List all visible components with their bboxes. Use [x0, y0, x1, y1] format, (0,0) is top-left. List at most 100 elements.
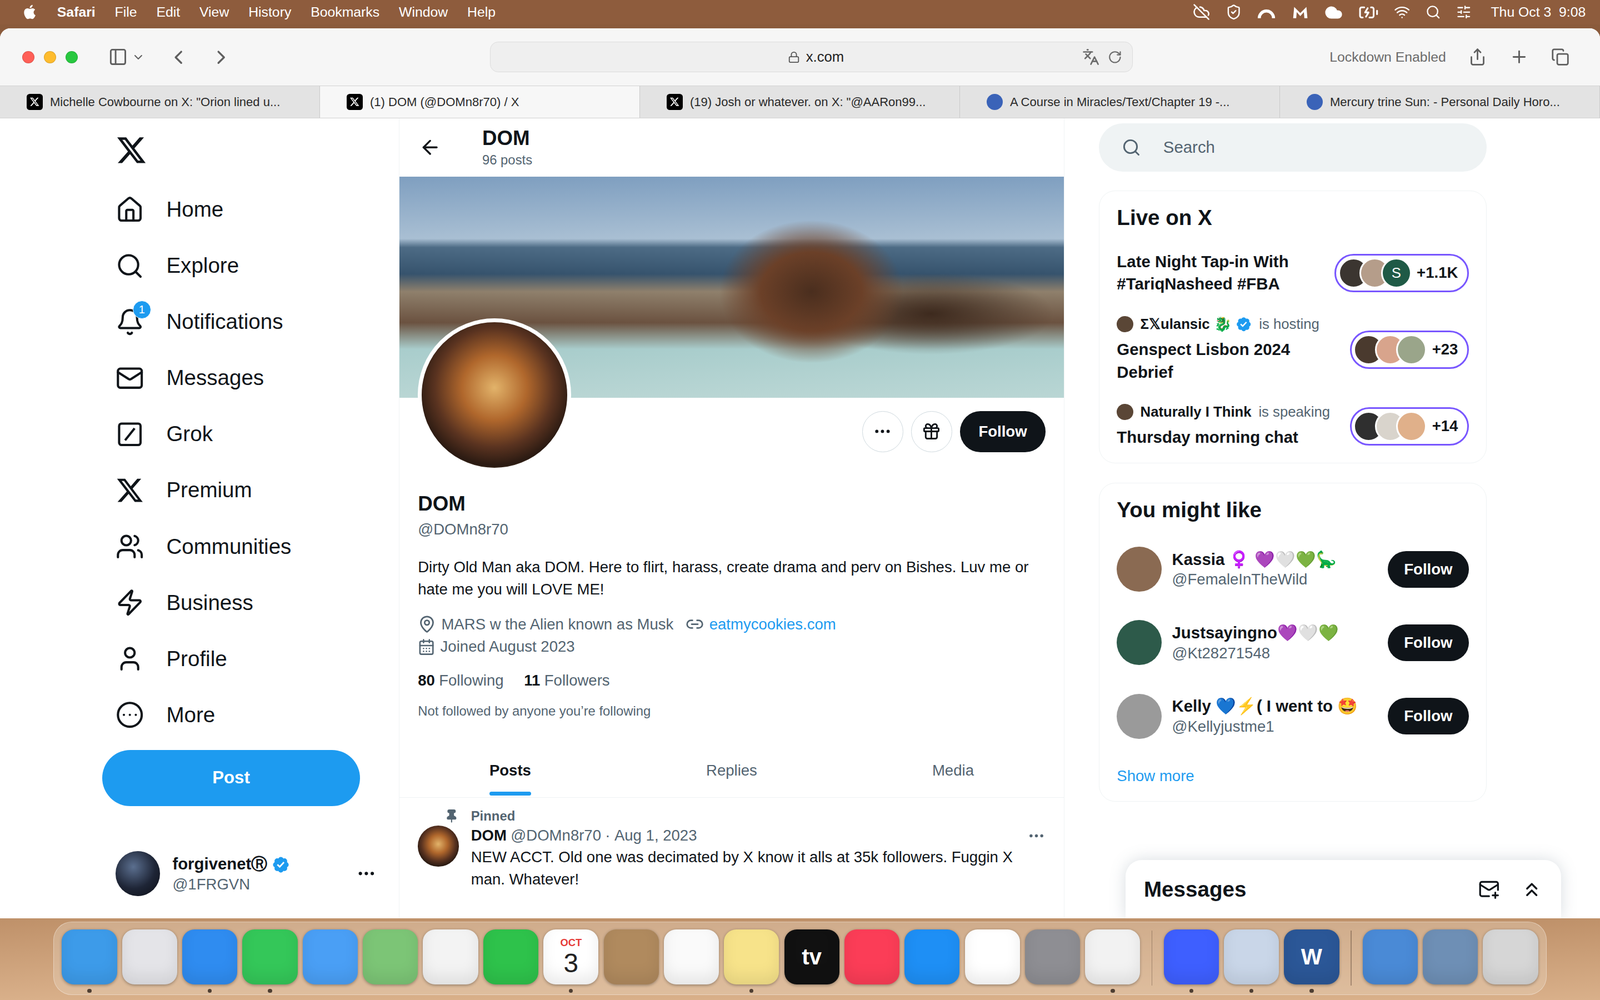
menu-item[interactable]: File: [115, 4, 138, 20]
dock-app-icon[interactable]: [483, 929, 539, 985]
nav-item[interactable]: Premium: [102, 462, 399, 519]
account-switcher[interactable]: forgivenetⓇ@1FRGVN: [102, 851, 399, 897]
new-tab-icon[interactable]: [1509, 47, 1529, 67]
url-text[interactable]: x.com: [806, 48, 845, 65]
profile-tab[interactable]: Posts: [399, 743, 622, 798]
dock-app-icon[interactable]: [1163, 929, 1219, 985]
following-count[interactable]: 80Following: [417, 670, 504, 692]
dock-app-icon[interactable]: [302, 929, 358, 985]
share-icon[interactable]: [1468, 47, 1487, 67]
tab-overview-icon[interactable]: [1551, 47, 1570, 67]
new-message-icon[interactable]: [1478, 878, 1500, 900]
dock-app-icon[interactable]: [603, 929, 659, 985]
follow-button[interactable]: Follow: [960, 411, 1045, 452]
followers-count[interactable]: 11Followers: [523, 670, 610, 692]
nav-item[interactable]: More: [102, 686, 399, 743]
dock-app-icon[interactable]: [1362, 929, 1418, 985]
suggested-user[interactable]: Kassia ♀️ 💜🤍💚🦕@FemaleInTheWildFollow: [1116, 532, 1469, 607]
more-button[interactable]: [862, 411, 903, 452]
dock-app-icon[interactable]: [1482, 929, 1538, 985]
dock-app-icon[interactable]: [242, 929, 298, 985]
nav-item[interactable]: Communities: [102, 518, 399, 575]
zoom-button[interactable]: [65, 51, 78, 64]
malware-shield-icon[interactable]: [1291, 3, 1310, 20]
dock-app-icon[interactable]: [1223, 929, 1279, 985]
post-avatar[interactable]: [417, 825, 459, 867]
dock-app-icon[interactable]: [1085, 929, 1140, 985]
browser-tab[interactable]: (19) Josh or whatever. on X: "@AARon99..…: [640, 86, 960, 118]
dock-app-icon[interactable]: [844, 929, 900, 985]
live-item[interactable]: Late Night Tap-in With #TariqNasheed #FB…: [1116, 240, 1469, 307]
pinned-post[interactable]: PinnedDOM@DOMn8r70·Aug 1, 2023NEW ACCT. …: [399, 797, 1064, 892]
nav-item[interactable]: Business: [102, 574, 399, 631]
dock-app-icon[interactable]: [663, 929, 719, 985]
wifi-icon[interactable]: [1393, 3, 1410, 20]
live-item[interactable]: Naturally I Thinkis speakingThursday mor…: [1116, 393, 1469, 460]
follow-button[interactable]: Follow: [1387, 697, 1469, 735]
menu-item[interactable]: View: [199, 4, 229, 20]
x-logo-icon[interactable]: [115, 134, 148, 167]
sidebar-icon[interactable]: [108, 47, 128, 67]
minimize-button[interactable]: [43, 51, 57, 64]
suggested-user[interactable]: Justsayingno💜🤍💚@Kt28271548Follow: [1116, 606, 1469, 680]
reload-icon[interactable]: [1107, 50, 1123, 65]
profile-link[interactable]: eatmycookies.com: [685, 613, 836, 636]
dock-app-icon[interactable]: [61, 929, 117, 985]
show-more-link[interactable]: Show more: [1116, 752, 1469, 798]
menu-item[interactable]: History: [248, 4, 292, 20]
suggested-user[interactable]: Kelly 💙⚡( I went to 🤩@Kellyjustme1Follow: [1116, 679, 1469, 753]
apple-icon[interactable]: [22, 3, 38, 21]
browser-tab[interactable]: Michelle Cowbourne on X: "Orion lined u.…: [0, 86, 320, 118]
follow-button[interactable]: Follow: [1387, 551, 1469, 588]
dock-app-icon[interactable]: [1422, 929, 1478, 985]
nav-item[interactable]: 1Notifications: [102, 293, 399, 350]
post-button[interactable]: Post: [102, 750, 361, 807]
dock-app-icon[interactable]: [182, 929, 238, 985]
dock-app-icon[interactable]: [965, 929, 1020, 985]
cloud-off-icon[interactable]: [1192, 3, 1210, 21]
app-menu[interactable]: Safari: [57, 4, 96, 20]
dock-app-icon[interactable]: [904, 929, 960, 985]
post-more-icon[interactable]: [1027, 826, 1046, 845]
listener-pill[interactable]: +14: [1350, 407, 1469, 445]
profile-avatar[interactable]: [417, 318, 572, 472]
menu-item[interactable]: Bookmarks: [310, 4, 380, 20]
browser-tab[interactable]: Mercury trine Sun: - Personal Daily Horo…: [1280, 86, 1600, 118]
listener-pill[interactable]: S+1.1K: [1334, 253, 1469, 292]
forward-icon[interactable]: [210, 46, 233, 69]
nav-item[interactable]: Messages: [102, 350, 399, 407]
follow-button[interactable]: Follow: [1387, 624, 1469, 662]
translate-icon[interactable]: [1082, 48, 1100, 66]
nav-item[interactable]: Grok: [102, 406, 399, 463]
nav-item[interactable]: Home: [102, 181, 399, 238]
profile-tab[interactable]: Replies: [621, 743, 843, 798]
menu-item[interactable]: Help: [467, 4, 496, 20]
menu-item[interactable]: Window: [398, 4, 448, 20]
dock-app-icon[interactable]: W: [1283, 929, 1339, 985]
expand-icon[interactable]: [1520, 878, 1543, 901]
profile-tab[interactable]: Media: [842, 743, 1064, 798]
browser-tab[interactable]: (1) DOM (@DOMn8r70) / X: [320, 86, 640, 118]
back-arrow-icon[interactable]: [418, 136, 442, 159]
arc-icon[interactable]: [1257, 3, 1276, 20]
spotlight-icon[interactable]: [1425, 4, 1442, 20]
shield-icon[interactable]: [1225, 3, 1242, 20]
control-center-icon[interactable]: [1456, 4, 1472, 20]
dock-app-icon[interactable]: tv: [784, 929, 840, 985]
messages-drawer[interactable]: Messages: [1125, 860, 1562, 919]
listener-pill[interactable]: +23: [1350, 330, 1469, 369]
dock-app-icon[interactable]: [1025, 929, 1080, 985]
back-icon[interactable]: [167, 46, 190, 69]
dock-app-icon[interactable]: [362, 929, 418, 985]
nav-item[interactable]: Explore: [102, 237, 399, 294]
dock-app-icon[interactable]: [723, 929, 779, 985]
address-bar[interactable]: x.com: [490, 41, 1133, 73]
cloud-icon[interactable]: [1324, 3, 1343, 22]
dock-app-icon[interactable]: OCT3: [543, 929, 599, 985]
live-item[interactable]: Σ𝕏ulansic 🐉is hostingGenspect Lisbon 202…: [1116, 305, 1469, 394]
battery-icon[interactable]: [1358, 2, 1379, 23]
clock[interactable]: Thu Oct 3 9:08: [1490, 4, 1586, 20]
search-field[interactable]: Search: [1098, 123, 1487, 172]
dock-app-icon[interactable]: [122, 929, 178, 985]
chevron-down-icon[interactable]: [131, 50, 145, 64]
